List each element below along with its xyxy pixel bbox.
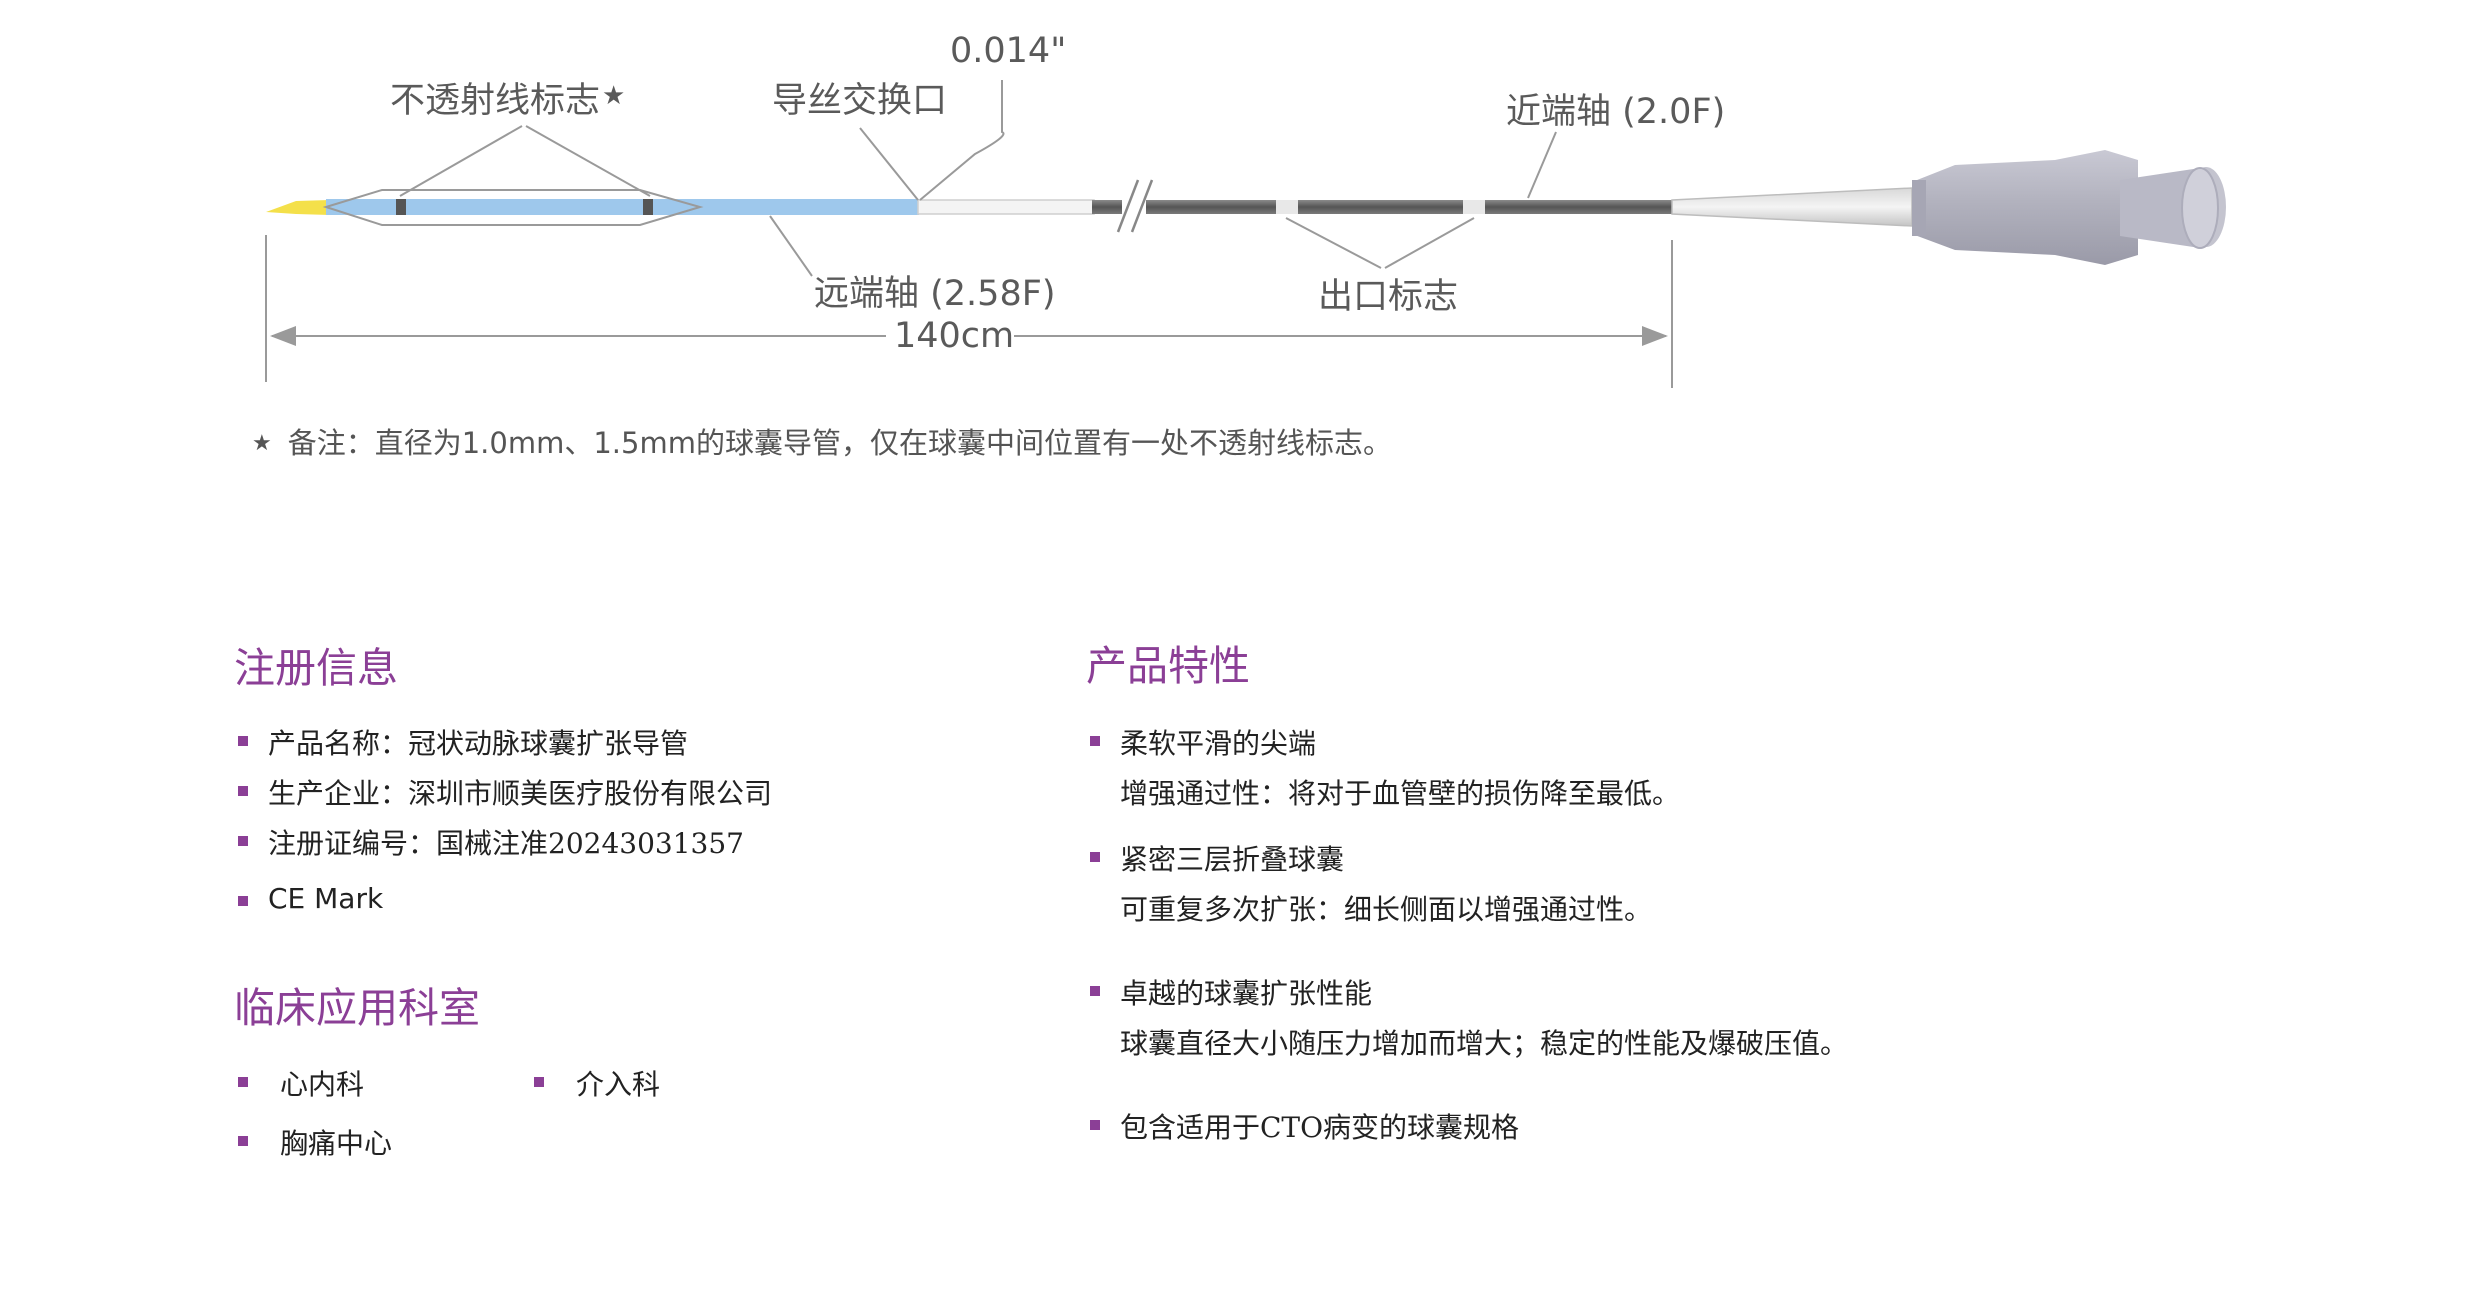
- marker-leader-right: [525, 125, 651, 197]
- list-item: 紧密三层折叠球囊 可重复多次扩张：细长侧面以增强通过性。: [1090, 838, 1848, 928]
- clinical-list-1: 心内科: [238, 1063, 364, 1103]
- radiopaque-marker-label: 不透射线标志★: [390, 81, 626, 121]
- feature-3-head: 卓越的球囊扩张性能: [1120, 977, 1373, 1010]
- distal-shaft: [326, 199, 919, 215]
- bullet-icon: [238, 896, 248, 906]
- radiopaque-marker-2: [643, 199, 653, 215]
- list-item: 柔软平滑的尖端 增强通过性：将对于血管壁的损伤降至最低。: [1090, 722, 1848, 812]
- list-item: 包含适用于CTO病变的球囊规格: [1090, 1106, 1848, 1146]
- feature-1-sub: 增强通过性：将对于血管壁的损伤降至最低。: [1120, 777, 1681, 810]
- catheter-illustration: [265, 80, 2226, 388]
- clinical-item-interventional: 介入科: [576, 1068, 661, 1101]
- bullet-icon: [238, 1136, 248, 1146]
- bullet-icon: [534, 1077, 544, 1087]
- list-item: 生产企业：深圳市顺美医疗股份有限公司: [238, 772, 772, 812]
- exit-marker-1: [1276, 200, 1298, 214]
- bullet-icon: [238, 786, 248, 796]
- registration-item-ce: CE Mark: [268, 882, 384, 915]
- clinical-list-3: 胸痛中心: [238, 1122, 392, 1162]
- wire-port-label: 导丝交换口: [772, 81, 948, 121]
- note-star-icon: ★: [252, 431, 272, 456]
- marker-star-icon: ★: [602, 81, 626, 111]
- list-item: 介入科: [534, 1063, 660, 1103]
- proximal-shaft-leader: [1527, 131, 1557, 199]
- note-text: 备注：直径为1.0mm、1.5mm的球囊导管，仅在球囊中间位置有一处不透射线标志…: [287, 426, 1392, 460]
- catheter-diagram: 不透射线标志★ 导丝交换口 0.014" 近端轴 (2.0F) 远端轴 (2.5…: [0, 0, 2481, 480]
- clinical-title: 临床应用科室: [234, 984, 480, 1032]
- strain-relief: [1671, 187, 1913, 227]
- clinical-item-chest-pain: 胸痛中心: [280, 1127, 393, 1160]
- clinical-item-cardiology: 心内科: [280, 1068, 365, 1101]
- bullet-icon: [238, 1077, 248, 1087]
- exchange-section: [917, 199, 1095, 215]
- list-item: 心内科: [238, 1063, 364, 1103]
- exit-marker-leader-left: [1285, 217, 1382, 269]
- bullet-icon: [1090, 986, 1100, 996]
- registration-item-manufacturer: 生产企业：深圳市顺美医疗股份有限公司: [268, 777, 773, 810]
- feature-2-sub: 可重复多次扩张：细长侧面以增强通过性。: [1120, 893, 1653, 926]
- length-arrow-right: [1642, 326, 1668, 346]
- proximal-shaft-a: [1092, 200, 1122, 214]
- distal-shaft-label: 远端轴 (2.58F): [814, 274, 1056, 314]
- length-label: 140cm: [894, 316, 1015, 356]
- radiopaque-marker-1: [396, 199, 406, 215]
- features-list: 柔软平滑的尖端 增强通过性：将对于血管壁的损伤降至最低。 紧密三层折叠球囊 可重…: [1090, 722, 1848, 1146]
- feature-4-head: 包含适用于CTO病变的球囊规格: [1120, 1111, 1520, 1144]
- distal-shaft-leader: [769, 215, 813, 277]
- bullet-icon: [1090, 736, 1100, 746]
- list-item: 卓越的球囊扩张性能 球囊直径大小随压力增加而增大；稳定的性能及爆破压值。: [1090, 972, 1848, 1062]
- hub-cap-end: [2181, 167, 2219, 249]
- bullet-icon: [1090, 1120, 1100, 1130]
- bullet-icon: [238, 736, 248, 746]
- list-item: CE Mark: [238, 882, 772, 915]
- bullet-icon: [1090, 852, 1100, 862]
- proximal-shaft-b: [1146, 200, 1674, 214]
- clinical-list-2: 介入科: [534, 1063, 660, 1103]
- wire-port-leader: [859, 127, 919, 201]
- feature-1-head: 柔软平滑的尖端: [1120, 727, 1317, 760]
- hub-band: [1912, 180, 1926, 236]
- exit-marker-2: [1463, 200, 1485, 214]
- wire-size-label: 0.014": [950, 31, 1067, 71]
- registration-list: 产品名称：冠状动脉球囊扩张导管 生产企业：深圳市顺美医疗股份有限公司 注册证编号…: [238, 722, 772, 915]
- registration-item-cert: 注册证编号：国械注准20243031357: [268, 827, 744, 860]
- radiopaque-marker-text: 不透射线标志: [390, 81, 601, 121]
- list-item: 注册证编号：国械注准20243031357: [238, 822, 772, 862]
- feature-3-sub: 球囊直径大小随压力增加而增大；稳定的性能及爆破压值。: [1120, 1027, 1849, 1060]
- length-arrow-left: [270, 326, 296, 346]
- registration-item-product: 产品名称：冠状动脉球囊扩张导管: [268, 727, 689, 760]
- features-title: 产品特性: [1086, 642, 1250, 690]
- catheter-tip: [266, 200, 330, 215]
- bullet-icon: [238, 836, 248, 846]
- feature-2-head: 紧密三层折叠球囊: [1120, 843, 1345, 876]
- list-item: 胸痛中心: [238, 1122, 392, 1162]
- list-item: 产品名称：冠状动脉球囊扩张导管: [238, 722, 772, 762]
- exit-marker-label: 出口标志: [1318, 277, 1459, 317]
- luer-hub: [1912, 150, 2138, 265]
- proximal-shaft-label: 近端轴 (2.0F): [1506, 92, 1726, 132]
- registration-title: 注册信息: [234, 644, 398, 692]
- diagram-note: ★ 备注：直径为1.0mm、1.5mm的球囊导管，仅在球囊中间位置有一处不透射线标…: [252, 420, 1392, 462]
- exit-marker-leader-right: [1384, 217, 1475, 269]
- marker-leader-left: [399, 125, 523, 197]
